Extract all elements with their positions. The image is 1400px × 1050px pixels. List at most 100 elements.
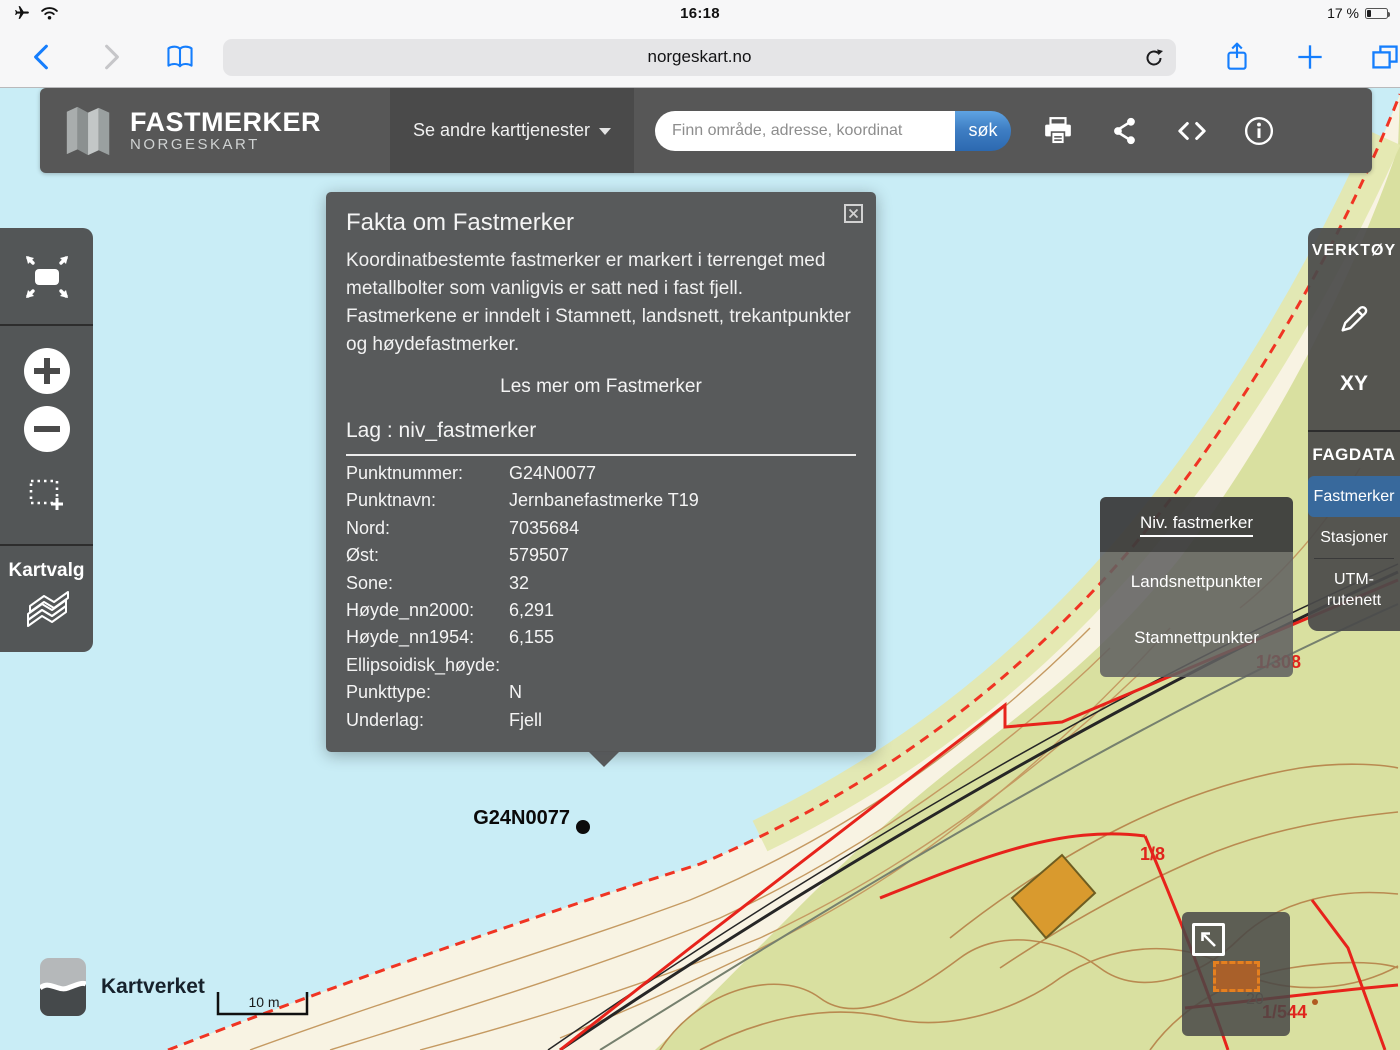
fullscreen-icon	[24, 254, 70, 300]
folded-map-logo-icon	[62, 104, 116, 158]
table-row: Nord:7035684	[346, 515, 856, 542]
field-label: Høyde_nn1954:	[346, 624, 509, 651]
url-field[interactable]: norgeskart.no	[223, 39, 1176, 76]
xy-tool-button[interactable]: XY	[1308, 372, 1400, 396]
field-value: N	[509, 679, 856, 706]
battery-percent-label: 17 %	[1327, 5, 1359, 21]
logo-text: FASTMERKER NORGESKART	[130, 108, 336, 154]
back-button[interactable]	[26, 42, 55, 72]
table-row: Punkttype:N	[346, 679, 856, 706]
field-value: 6,291	[509, 597, 856, 624]
services-menu-button[interactable]: Se andre karttjenester	[390, 88, 634, 173]
services-menu-label: Se andre karttjenester	[413, 120, 590, 141]
pencil-icon	[1337, 302, 1371, 336]
safari-toolbar: norgeskart.no	[0, 26, 1400, 88]
table-row: Underlag:Fjell	[346, 707, 856, 734]
field-value: 7035684	[509, 515, 856, 542]
chevron-down-icon	[599, 128, 611, 135]
logo-subtitle: NORGESKART	[130, 136, 336, 154]
field-value: Jernbanefastmerke T19	[509, 487, 856, 514]
search-input[interactable]	[655, 111, 955, 151]
search-button[interactable]: søk	[955, 111, 1011, 151]
bookmarks-icon[interactable]	[165, 42, 195, 72]
info-icon[interactable]	[1244, 116, 1274, 146]
new-tab-icon[interactable]	[1296, 43, 1324, 71]
overview-panel	[1182, 912, 1290, 1036]
fastmerker-info-popup: Fakta om Fastmerker Koordinatbestemte fa…	[326, 192, 876, 752]
table-row: Høyde_nn2000:6,291	[346, 597, 856, 624]
table-row: Sone:32	[346, 570, 856, 597]
search-bar: søk	[655, 111, 1011, 151]
survey-marker-label: G24N0077	[473, 807, 570, 829]
kartvalg-label: Kartvalg	[8, 560, 84, 582]
tools-heading: VERKTØY	[1308, 228, 1400, 260]
logo-title: FASTMERKER	[130, 108, 336, 136]
pan-to-extent-button[interactable]	[1192, 923, 1225, 956]
battery-icon	[1365, 8, 1388, 19]
popup-title: Fakta om Fastmerker	[346, 208, 856, 238]
table-row: Ellipsoidisk_høyde:	[346, 652, 856, 679]
tabs-icon[interactable]	[1370, 43, 1400, 71]
kartverket-logo	[40, 958, 86, 1016]
field-label: Nord:	[346, 515, 509, 542]
submenu-item-stamnettpunkter[interactable]: Stamnettpunkter	[1100, 612, 1293, 677]
table-row: Øst:579507	[346, 542, 856, 569]
share-icon[interactable]	[1224, 41, 1250, 73]
table-row: Punktnummer:G24N0077	[346, 460, 856, 487]
map-layers-icon	[18, 586, 76, 636]
reload-icon[interactable]	[1142, 46, 1166, 70]
zoom-out-button[interactable]	[24, 406, 70, 452]
right-toolbar: VERKTØY XY FAGDATA Fastmerker Stasjoner …	[1308, 228, 1400, 631]
status-bar: 16:18 17 %	[0, 0, 1400, 26]
left-toolbar: Kartvalg	[0, 228, 93, 652]
browser-chrome: 16:18 17 % norgeskart.no	[0, 0, 1400, 88]
fagdata-item-utm-rutenett[interactable]: UTM-rutenett	[1308, 559, 1400, 621]
field-label: Sone:	[346, 570, 509, 597]
fullscreen-button[interactable]	[0, 228, 93, 324]
fagdata-item-fastmerker[interactable]: Fastmerker	[1308, 476, 1400, 517]
field-value: 6,155	[509, 624, 856, 651]
field-label: Punktnavn:	[346, 487, 509, 514]
fastmerker-submenu: Niv. fastmerker Landsnettpunkter Stamnet…	[1100, 497, 1293, 677]
kartvalg-button[interactable]: Kartvalg	[0, 546, 93, 652]
status-time: 16:18	[0, 5, 1400, 22]
submenu-item-landsnettpunkter[interactable]: Landsnettpunkter	[1100, 552, 1293, 612]
field-label: Punktnummer:	[346, 460, 509, 487]
draw-tool-button[interactable]	[1337, 302, 1371, 336]
field-value: Fjell	[509, 707, 856, 734]
fagdata-item-stasjoner[interactable]: Stasjoner	[1308, 517, 1400, 558]
field-label: Høyde_nn2000:	[346, 597, 509, 624]
field-label: Punkttype:	[346, 679, 509, 706]
share-nodes-icon[interactable]	[1110, 116, 1140, 146]
print-icon[interactable]	[1043, 116, 1073, 146]
parcel-label-1-8: 1/8	[1140, 844, 1165, 864]
submenu-item-niv-fastmerker[interactable]: Niv. fastmerker	[1100, 497, 1293, 552]
field-label: Underlag:	[346, 707, 509, 734]
table-row: Punktnavn:Jernbanefastmerke T19	[346, 487, 856, 514]
arrow-up-left-icon	[1198, 929, 1219, 950]
layer-heading: Lag : niv_fastmerker	[346, 419, 856, 443]
fagdata-heading: FAGDATA	[1308, 432, 1400, 465]
forward-button[interactable]	[97, 42, 126, 72]
table-row: Høyde_nn1954:6,155	[346, 624, 856, 651]
submenu-item-label: Stamnettpunkter	[1134, 628, 1259, 648]
zoom-in-button[interactable]	[24, 348, 70, 394]
attribution-label: Kartverket	[101, 975, 205, 999]
field-value: 579507	[509, 542, 856, 569]
submenu-item-label: Niv. fastmerker	[1140, 513, 1253, 537]
field-value	[509, 652, 856, 679]
survey-marker-dot[interactable]	[576, 820, 590, 834]
field-value: 32	[509, 570, 856, 597]
extent-legend-swatch[interactable]	[1213, 961, 1260, 992]
close-icon[interactable]	[844, 204, 863, 223]
les-mer-link[interactable]: Les mer om Fastmerker	[346, 376, 856, 398]
field-value: G24N0077	[509, 460, 856, 487]
field-label: Øst:	[346, 542, 509, 569]
popup-body: Koordinatbestemte fastmerker er markert …	[346, 247, 856, 359]
scale-bar-label: 10 m	[248, 994, 279, 1010]
url-text: norgeskart.no	[647, 47, 751, 67]
select-area-icon	[27, 476, 67, 514]
embed-code-icon[interactable]	[1177, 116, 1207, 146]
select-area-button[interactable]	[27, 476, 67, 514]
app-header: FASTMERKER NORGESKART Se andre karttjene…	[40, 88, 1372, 173]
